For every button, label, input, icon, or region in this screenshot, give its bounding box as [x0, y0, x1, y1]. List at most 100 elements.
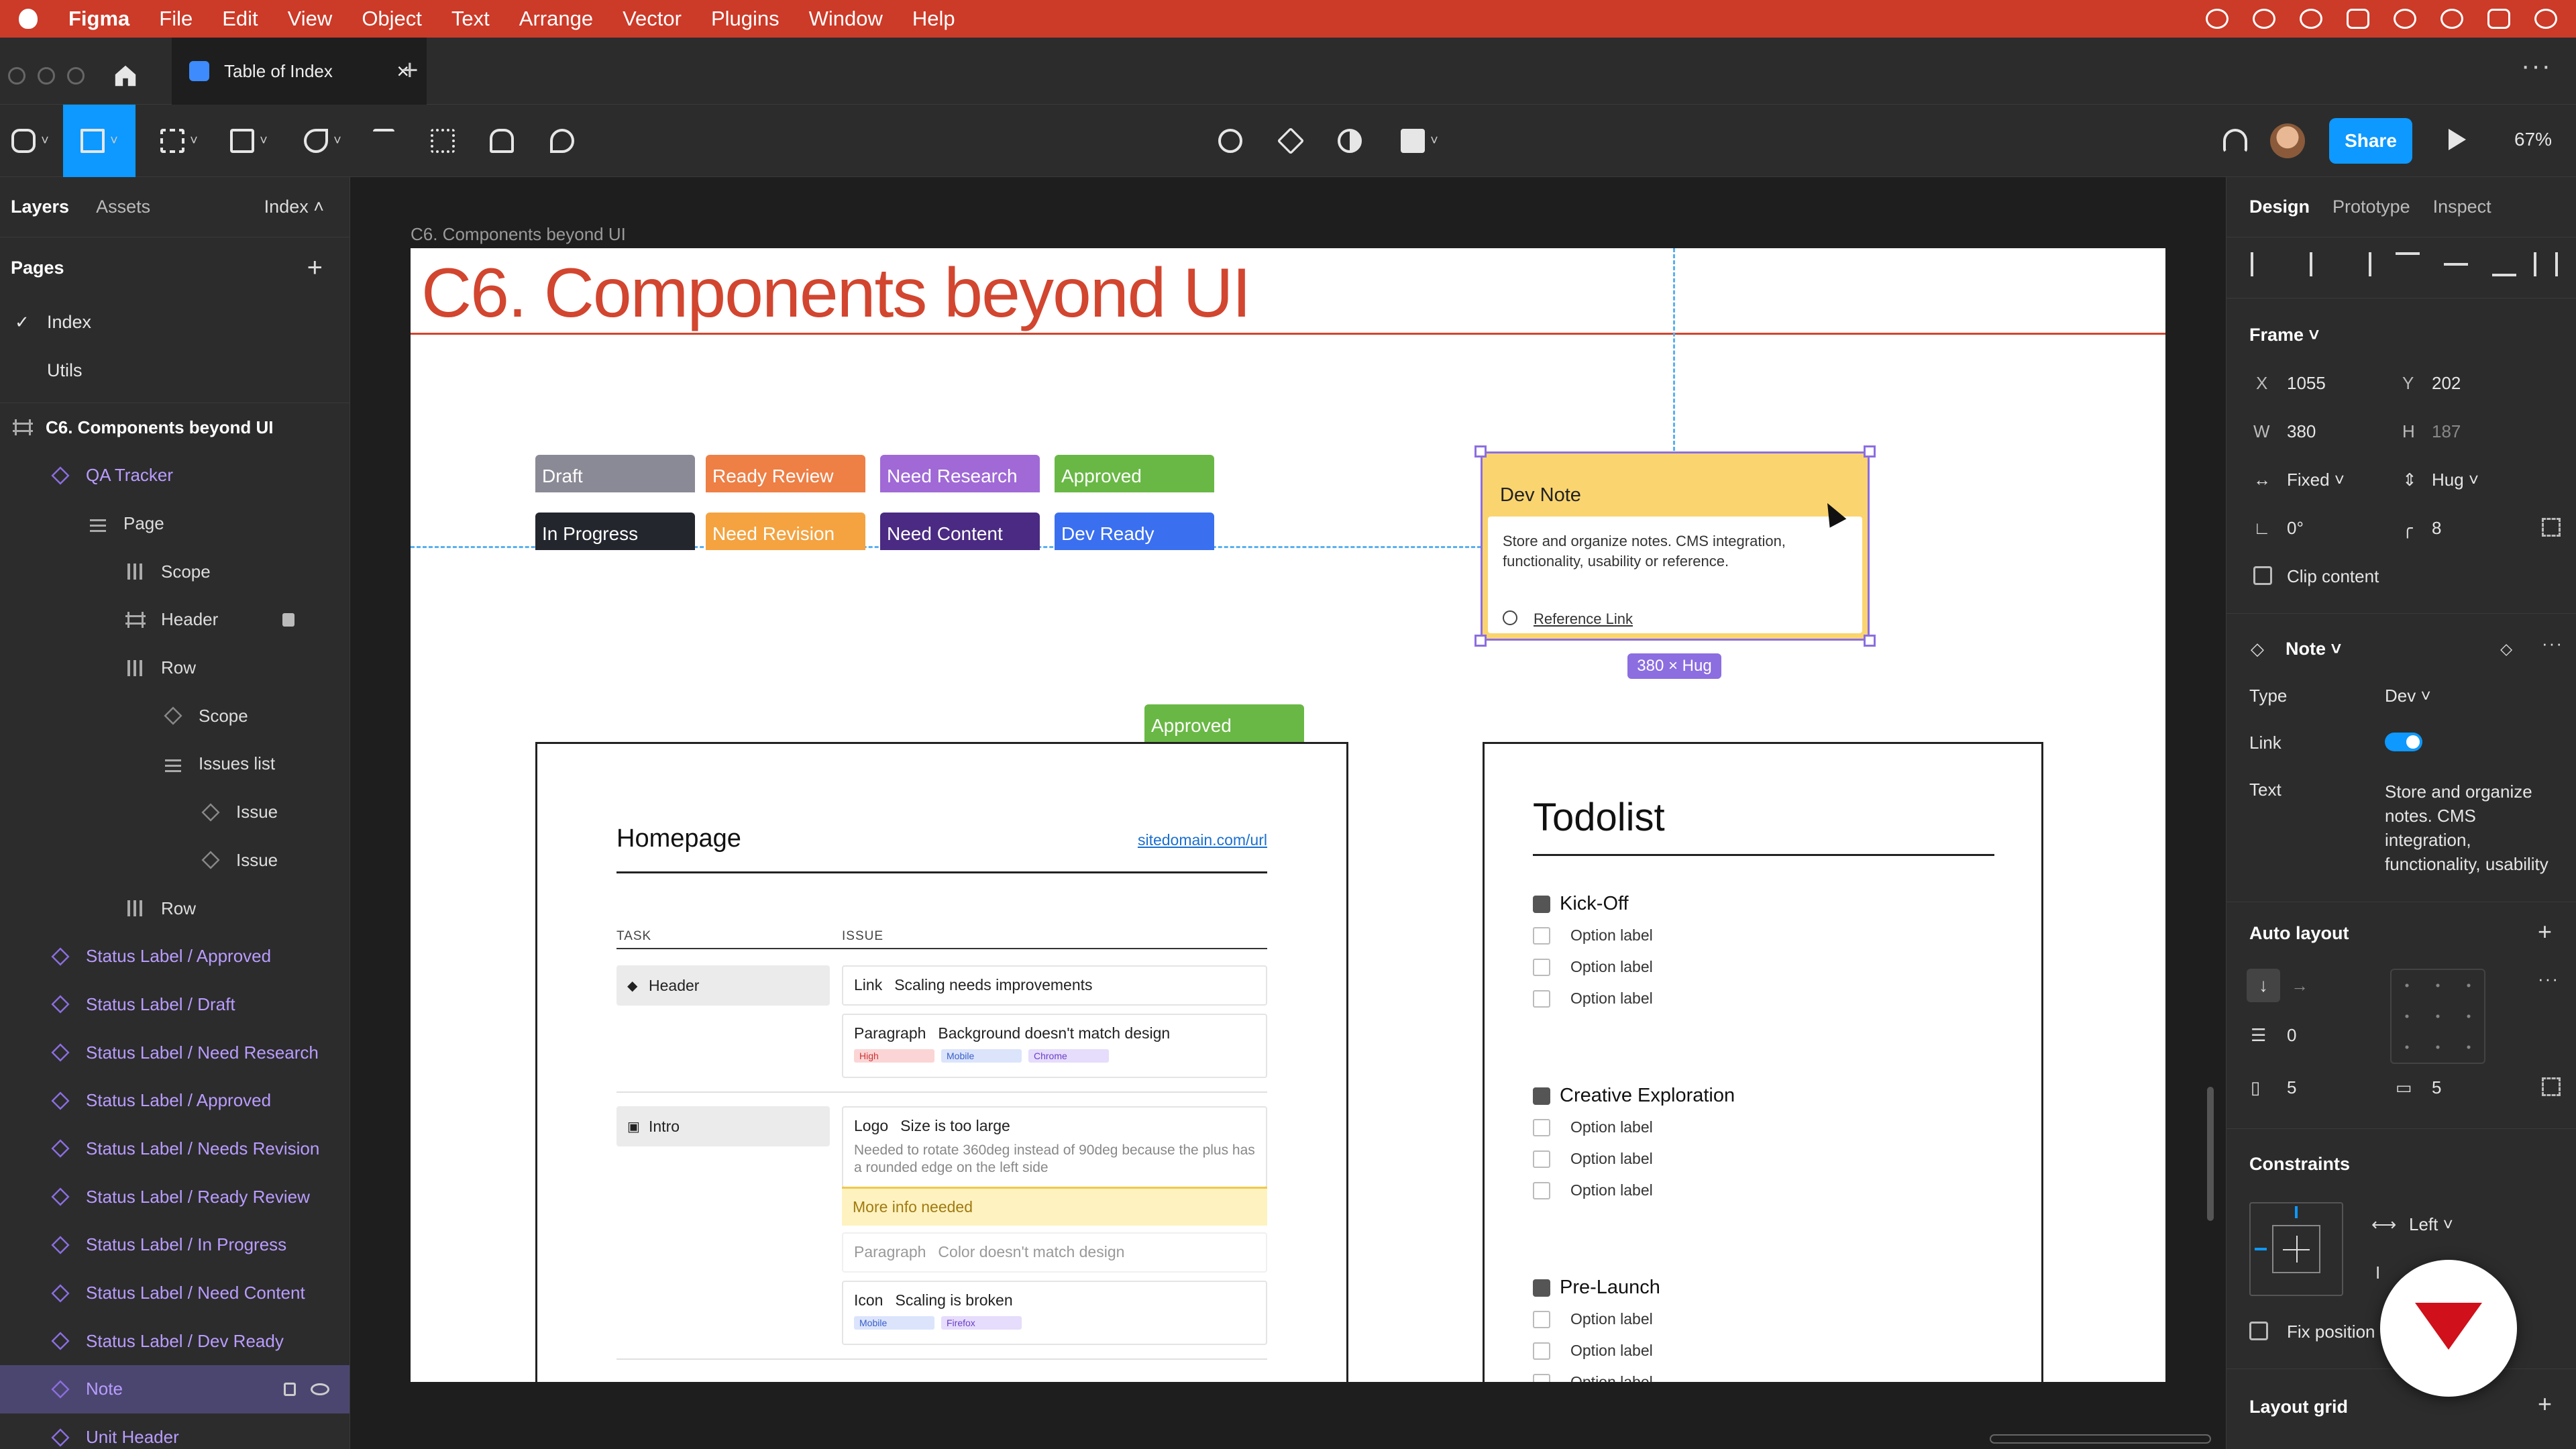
detach-button[interactable]: [1212, 105, 1249, 177]
todo-option[interactable]: Option label: [1533, 1181, 1653, 1199]
page-item[interactable]: Utils: [0, 346, 350, 394]
todo-option[interactable]: Option label: [1533, 1118, 1653, 1136]
control-center-icon[interactable]: [2487, 9, 2510, 29]
type-select[interactable]: Dev ˅: [2385, 686, 2431, 706]
todo-checkbox[interactable]: [1533, 926, 1550, 945]
y-input[interactable]: 202: [2432, 373, 2461, 394]
constraint-left[interactable]: [2255, 1248, 2267, 1250]
mask-button[interactable]: [1331, 105, 1368, 177]
task-header[interactable]: ◆ Header: [616, 965, 830, 1006]
todo-checkbox[interactable]: [1533, 1181, 1550, 1199]
direction-vertical-button[interactable]: ↓: [2247, 969, 2280, 1002]
frame-label[interactable]: C6. Components beyond UI: [411, 224, 626, 245]
align-bottom-icon[interactable]: [2492, 252, 2516, 276]
link-toggle[interactable]: [2385, 733, 2422, 751]
todo-option[interactable]: Option label: [1533, 926, 1653, 945]
resources-tool-button[interactable]: [424, 105, 462, 177]
tab-assets[interactable]: Assets: [96, 197, 150, 217]
pen-tool-button[interactable]: ˅: [292, 105, 353, 177]
zoom-level[interactable]: 67%: [2514, 129, 2552, 150]
layer-frame-root[interactable]: C6. Components beyond UI: [0, 403, 350, 451]
rotation-input[interactable]: 0°: [2287, 518, 2304, 539]
layer-item[interactable]: Status Label / Ready Review: [0, 1173, 350, 1221]
layer-item[interactable]: Status Label / Approved: [0, 932, 350, 981]
layer-item[interactable]: Status Label / Need Research: [0, 1028, 350, 1077]
status-label[interactable]: Approved: [1144, 704, 1304, 742]
menu-file[interactable]: File: [159, 7, 193, 31]
todo-checkbox[interactable]: [1533, 1310, 1550, 1328]
independent-corners-icon[interactable]: [2542, 518, 2561, 537]
alignment-grid[interactable]: [2390, 969, 2485, 1064]
spacing-input[interactable]: 0: [2287, 1025, 2296, 1046]
menu-vector[interactable]: Vector: [623, 7, 682, 31]
todo-option[interactable]: Option label: [1533, 958, 1653, 976]
layer-item[interactable]: Scope: [0, 547, 350, 596]
todo-checkbox[interactable]: [1533, 958, 1550, 976]
constraint-top[interactable]: [2295, 1206, 2298, 1218]
spotlight-search-icon[interactable]: [2440, 9, 2463, 29]
menu-help[interactable]: Help: [912, 7, 955, 31]
individual-padding-icon[interactable]: [2542, 1077, 2561, 1096]
direction-horizontal-button[interactable]: →: [2291, 975, 2308, 996]
menu-text[interactable]: Text: [451, 7, 490, 31]
apple-icon[interactable]: [19, 9, 38, 29]
main-menu-button[interactable]: ˅: [7, 105, 54, 177]
layer-item[interactable]: Header: [0, 596, 350, 644]
layer-item[interactable]: Status Label / Dev Ready: [0, 1317, 350, 1365]
layer-item[interactable]: Page: [0, 500, 350, 548]
avatar[interactable]: [2270, 123, 2305, 158]
frame-tool-button[interactable]: ˅: [149, 105, 209, 177]
file-tab[interactable]: Table of Index ×: [172, 38, 427, 105]
tab-inspect[interactable]: Inspect: [2433, 197, 2491, 217]
wifi-icon[interactable]: [2394, 9, 2416, 29]
tab-layers[interactable]: Layers: [11, 197, 69, 217]
shape-tool-button[interactable]: ˅: [219, 105, 279, 177]
page-switcher[interactable]: Index ˄: [264, 197, 324, 217]
status-label[interactable]: Ready Review: [706, 455, 865, 492]
status-label[interactable]: Need Revision: [706, 513, 865, 550]
x-input[interactable]: 1055: [2287, 373, 2326, 394]
align-right-icon[interactable]: [2347, 252, 2371, 276]
edit-component-icon[interactable]: ⬦: [2500, 639, 2512, 660]
layer-item[interactable]: Status Label / Needs Revision: [0, 1125, 350, 1173]
horizontal-constraint-select[interactable]: Left ˅: [2409, 1214, 2453, 1235]
menu-plugins[interactable]: Plugins: [711, 7, 780, 31]
status-label[interactable]: Draft: [535, 455, 695, 492]
layer-item[interactable]: Issues list: [0, 740, 350, 788]
frame-section-title[interactable]: Frame ˅: [2249, 325, 2319, 345]
resize-handle-br[interactable]: [1864, 635, 1876, 647]
align-center-v-icon[interactable]: [2444, 252, 2468, 266]
boolean-button[interactable]: ˅: [1393, 105, 1446, 177]
creative-cloud-icon[interactable]: [2206, 9, 2229, 29]
align-center-h-icon[interactable]: [2299, 252, 2312, 276]
todo-option[interactable]: Option label: [1533, 1150, 1653, 1168]
audio-button[interactable]: [2216, 105, 2254, 177]
component-button[interactable]: [1272, 105, 1309, 177]
menu-view[interactable]: View: [288, 7, 333, 31]
bluetooth-icon[interactable]: [2253, 9, 2275, 29]
hand-tool-button[interactable]: [483, 105, 521, 177]
menu-arrange[interactable]: Arrange: [519, 7, 593, 31]
todo-checkbox[interactable]: [1533, 1150, 1550, 1168]
task-intro[interactable]: ▣ Intro: [616, 1106, 830, 1146]
todo-checkbox[interactable]: [1533, 1373, 1550, 1382]
siri-icon[interactable]: [2534, 9, 2557, 29]
layer-item[interactable]: Row: [0, 644, 350, 692]
resize-width-select[interactable]: Fixed ˅: [2287, 470, 2345, 490]
battery-icon[interactable]: [2347, 9, 2369, 29]
issue-item[interactable]: Paragraph Background doesn't match design…: [842, 1014, 1267, 1078]
add-layout-grid-icon[interactable]: +: [2538, 1390, 2552, 1418]
todo-option[interactable]: Option label: [1533, 989, 1653, 1008]
component-name[interactable]: Note ˅: [2286, 639, 2341, 659]
share-button[interactable]: Share: [2329, 118, 2412, 164]
w-input[interactable]: 380: [2287, 421, 2316, 442]
text-property-value[interactable]: Store and organize notes. CMS integratio…: [2385, 780, 2553, 876]
menu-edit[interactable]: Edit: [222, 7, 258, 31]
resize-handle-bl[interactable]: [1474, 635, 1487, 647]
tab-design[interactable]: Design: [2249, 197, 2310, 217]
corner-radius-input[interactable]: 8: [2432, 518, 2441, 539]
status-label[interactable]: Dev Ready: [1055, 513, 1214, 550]
layer-item[interactable]: Status Label / Need Content: [0, 1269, 350, 1318]
layer-item[interactable]: Scope: [0, 692, 350, 740]
unlock-icon[interactable]: [284, 1382, 296, 1396]
